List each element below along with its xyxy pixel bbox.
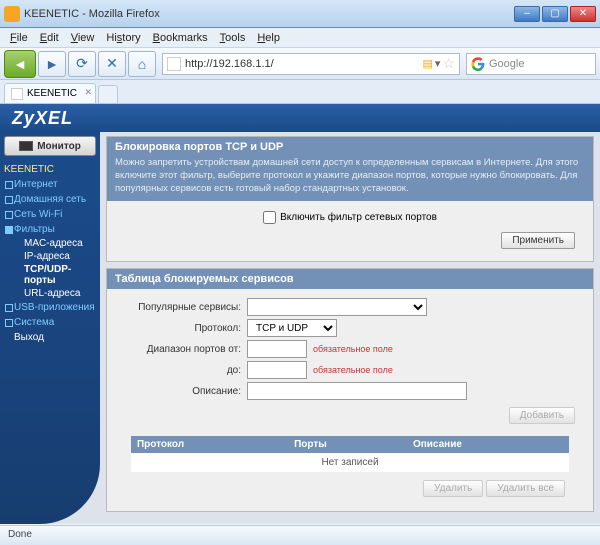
maximize-button[interactable]: ▢: [542, 6, 568, 22]
nav-item-system[interactable]: Система: [4, 315, 96, 330]
tab-strip: KEENETIC ✕: [0, 80, 600, 104]
nav-item-filters[interactable]: Фильтры: [4, 222, 96, 237]
panel-block-ports: Блокировка портов TCP и UDP Можно запрет…: [106, 136, 594, 262]
input-port-from[interactable]: [247, 340, 307, 358]
table-row-empty: Нет записей: [131, 453, 569, 472]
nav-sub-ip[interactable]: IP-адреса: [4, 250, 96, 263]
delete-all-button[interactable]: Удалить все: [486, 480, 565, 497]
window-titlebar: KEENETIC - Mozilla Firefox – ▢ ✕: [0, 0, 600, 28]
label-description: Описание:: [117, 386, 247, 397]
minimize-button[interactable]: –: [514, 6, 540, 22]
nav-item-internet[interactable]: Интернет: [4, 177, 96, 192]
monitor-label: Монитор: [37, 141, 81, 152]
firefox-icon: [4, 6, 20, 22]
label-protocol: Протокол:: [117, 323, 247, 334]
apply-button[interactable]: Применить: [501, 232, 575, 249]
required-port-to: обязательное поле: [313, 365, 393, 375]
sidebar: Монитор KEENETIC Интернет Домашняя сеть …: [0, 132, 100, 524]
nav-root-label: KEENETIC: [4, 162, 96, 177]
tab-close-icon[interactable]: ✕: [84, 87, 92, 98]
menu-tools[interactable]: Tools: [214, 30, 252, 46]
label-popular: Популярные сервисы:: [117, 302, 247, 313]
tab-title: KEENETIC: [27, 88, 77, 99]
empty-message: Нет записей: [131, 453, 569, 472]
nav-sub-tcpudp[interactable]: TCP/UDP-порты: [4, 263, 96, 287]
input-description[interactable]: [247, 382, 467, 400]
blocked-services-table: Протокол Порты Описание Нет записей: [131, 436, 569, 472]
new-tab-button[interactable]: [98, 85, 118, 103]
bookmark-star-icon[interactable]: ☆: [442, 55, 455, 72]
menu-view[interactable]: View: [65, 30, 101, 46]
search-placeholder: Google: [489, 58, 524, 70]
enable-filter-checkbox[interactable]: [263, 211, 276, 224]
brand-header: ZyXEL: [0, 104, 600, 132]
nav-item-exit[interactable]: Выход: [4, 330, 96, 345]
menu-bookmarks[interactable]: Bookmarks: [147, 30, 214, 46]
select-protocol[interactable]: TCP и UDP: [247, 319, 337, 337]
delete-button[interactable]: Удалить: [423, 480, 483, 497]
label-port-to: до:: [117, 365, 247, 376]
tab-keenetic[interactable]: KEENETIC ✕: [4, 83, 96, 103]
stop-button[interactable]: ✕: [98, 51, 126, 77]
panel1-title: Блокировка портов TCP и UDP: [107, 137, 593, 157]
nav-sub-url[interactable]: URL-адреса: [4, 287, 96, 300]
feed-icon[interactable]: ▤: [423, 57, 433, 70]
status-text: Done: [8, 529, 32, 540]
add-button[interactable]: Добавить: [509, 407, 575, 424]
nav-item-homenet[interactable]: Домашняя сеть: [4, 192, 96, 207]
tab-favicon: [11, 88, 23, 100]
menu-bar: File Edit View History Bookmarks Tools H…: [0, 28, 600, 48]
search-bar[interactable]: Google: [466, 53, 596, 75]
monitor-button[interactable]: Монитор: [4, 136, 96, 156]
col-protocol: Протокол: [131, 436, 288, 453]
google-icon: [471, 57, 485, 71]
panel2-title: Таблица блокируемых сервисов: [107, 269, 593, 289]
router-page: ZyXEL Монитор KEENETIC Интернет Домашняя…: [0, 104, 600, 524]
forward-button[interactable]: ►: [38, 51, 66, 77]
nav-toolbar: ◄ ► ⟳ ✕ ⌂ ▤ ▾ ☆ Google: [0, 48, 600, 80]
reload-button[interactable]: ⟳: [68, 51, 96, 77]
nav-tree: KEENETIC Интернет Домашняя сеть Сеть Wi-…: [0, 162, 100, 345]
menu-history[interactable]: History: [100, 30, 146, 46]
nav-sub-mac[interactable]: MAC-адреса: [4, 237, 96, 250]
panel1-desc: Можно запретить устройствам домашней сет…: [107, 157, 593, 201]
col-ports: Порты: [288, 436, 407, 453]
menu-file[interactable]: File: [4, 30, 34, 46]
label-port-from: Диапазон портов от:: [117, 344, 247, 355]
close-button[interactable]: ✕: [570, 6, 596, 22]
page-favicon: [167, 57, 181, 71]
window-controls: – ▢ ✕: [514, 6, 596, 22]
required-port-from: обязательное поле: [313, 344, 393, 354]
panel-services-table: Таблица блокируемых сервисов Популярные …: [106, 268, 594, 512]
menu-edit[interactable]: Edit: [34, 30, 65, 46]
input-port-to[interactable]: [247, 361, 307, 379]
nav-item-wifi[interactable]: Сеть Wi-Fi: [4, 207, 96, 222]
main-content: Блокировка портов TCP и UDP Можно запрет…: [100, 132, 600, 524]
home-button[interactable]: ⌂: [128, 51, 156, 77]
select-popular-services[interactable]: [247, 298, 427, 316]
menu-help[interactable]: Help: [251, 30, 286, 46]
back-button[interactable]: ◄: [4, 50, 36, 78]
nav-item-usb[interactable]: USB-приложения: [4, 300, 96, 315]
url-bar[interactable]: ▤ ▾ ☆: [162, 53, 460, 75]
dropdown-icon[interactable]: ▾: [435, 57, 441, 70]
status-bar: Done: [0, 525, 600, 545]
window-title: KEENETIC - Mozilla Firefox: [24, 8, 514, 20]
col-description: Описание: [407, 436, 569, 453]
monitor-icon: [19, 141, 33, 151]
url-input[interactable]: [185, 58, 423, 70]
enable-filter-label: Включить фильтр сетевых портов: [280, 212, 437, 223]
